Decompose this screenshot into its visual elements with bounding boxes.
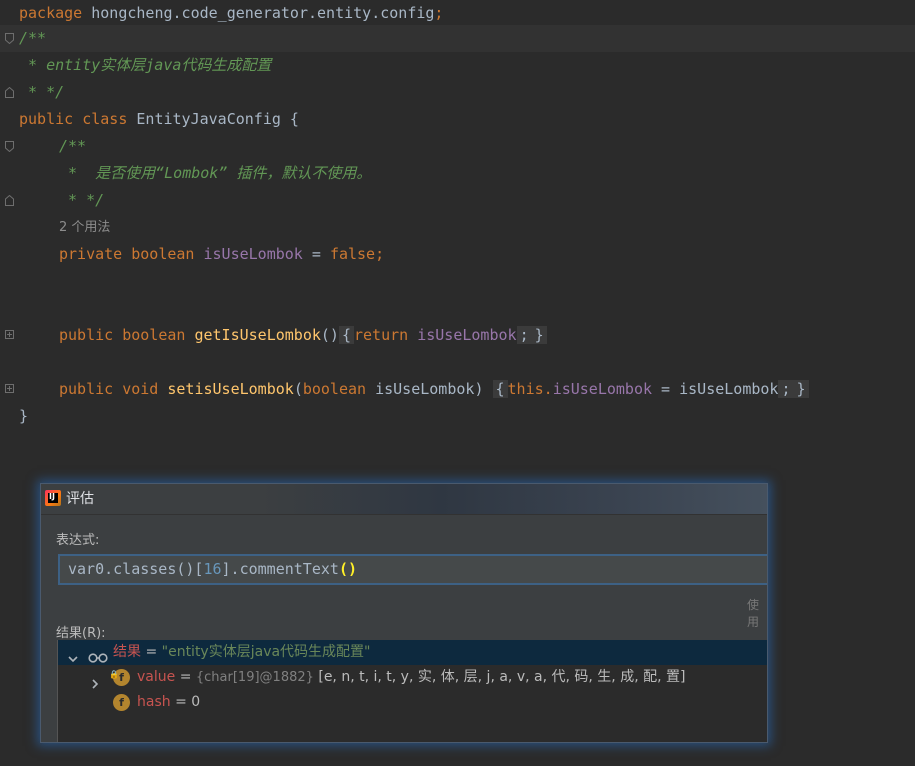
package-name: hongcheng.code_generator.entity.config (82, 4, 435, 22)
keyword: public (59, 326, 114, 344)
parens: () (320, 326, 339, 344)
semicolon: ; (778, 380, 794, 398)
evaluate-dialog: IJ 评估 表达式: var0.classes()[16].commentTex… (40, 483, 768, 743)
keyword: public (19, 110, 74, 128)
type-info: {char[19]@1882} (195, 670, 314, 685)
method-name: setisUseLombok (167, 380, 294, 398)
fold-icon[interactable] (5, 141, 14, 152)
field-name: value (137, 669, 176, 685)
field-value: [e, n, t, i, t, y, 实, 体, 层, j, a, v, a, … (313, 669, 686, 685)
field-name: isUseLombok (417, 326, 517, 344)
result-label: 结果(R): (56, 626, 106, 641)
expression-number: 16 (203, 560, 222, 578)
field-name: hash (137, 694, 171, 710)
code-line: * entity实体层java代码生成配置 (0, 52, 915, 79)
closing-brace: } (19, 407, 29, 425)
paren: ) (474, 380, 484, 398)
use-hint-link[interactable]: 使用 (747, 596, 767, 630)
result-tree[interactable]: 结果 = "entity实体层java代码生成配置" 🔒 f value = {c… (57, 640, 767, 742)
code-line: package hongcheng.code_generator.entity.… (0, 0, 915, 27)
code-line: public class EntityJavaConfig { (0, 106, 915, 133)
keyword: boolean (302, 380, 367, 398)
keyword: boolean (131, 245, 195, 263)
result-value: "entity实体层java代码生成配置" (161, 644, 371, 660)
code-line: * 是否使用“Lombok” 插件，默认不使用。 (0, 160, 915, 187)
folded-brace[interactable]: } (793, 380, 809, 398)
expression-text: ].commentText (221, 560, 339, 578)
paren: ( (293, 380, 303, 398)
chevron-down-icon[interactable] (68, 648, 78, 663)
literal: false (329, 245, 376, 263)
keyword: this (507, 380, 544, 398)
fold-end-icon[interactable] (5, 87, 14, 98)
code-line: /** (0, 133, 915, 160)
keyword: void (122, 380, 159, 398)
fold-expand-icon[interactable] (5, 330, 14, 340)
expression-parens: () (338, 560, 357, 578)
tree-row-result[interactable]: 结果 = "entity实体层java代码生成配置" (58, 640, 767, 665)
expression-label: 表达式: (56, 533, 100, 548)
assignment: = isUseLombok (652, 380, 779, 398)
dot: . (543, 380, 553, 398)
operator: = (302, 245, 330, 263)
field-icon: 🔒 f (109, 669, 130, 686)
field-icon: f (113, 694, 130, 711)
doc-comment: * */ (59, 191, 105, 209)
doc-comment: * entity实体层java代码生成配置 (19, 56, 272, 74)
semicolon: ; (375, 245, 385, 263)
equals: = (141, 644, 162, 660)
code-line: } (0, 403, 915, 430)
fold-end-icon[interactable] (5, 195, 14, 206)
folded-brace[interactable]: } (531, 326, 547, 344)
folded-brace[interactable]: { (338, 326, 354, 344)
keyword: public (59, 380, 114, 398)
code-line: * */ (0, 79, 915, 106)
expression-input[interactable]: var0.classes()[16].commentText() (58, 554, 767, 585)
doc-comment: * 是否使用“Lombok” 插件，默认不使用。 (59, 164, 372, 182)
intellij-icon: IJ (45, 490, 61, 506)
fold-expand-icon[interactable] (5, 384, 14, 394)
keyword: class (82, 110, 128, 128)
usage-hint-line: 2 个用法 (0, 214, 915, 241)
method-name: getIsUseLombok (194, 326, 321, 344)
result-name: 结果 (113, 644, 141, 660)
field-value: 0 (191, 694, 201, 710)
field-name: isUseLombok (203, 245, 303, 263)
dialog-title: 评估 (66, 491, 94, 507)
keyword: return (354, 326, 409, 344)
code-line: private boolean isUseLombok = false; (0, 241, 915, 268)
folded-brace[interactable]: { (492, 380, 508, 398)
code-line: public void setisUseLombok(boolean isUse… (0, 376, 915, 403)
keyword: package (19, 4, 83, 22)
dialog-title-bar[interactable]: IJ 评估 (41, 484, 767, 515)
field-name: isUseLombok (552, 380, 653, 398)
keyword: boolean (122, 326, 186, 344)
semicolon: ; (516, 326, 532, 344)
keyword: private (59, 245, 123, 263)
field-icon-letter: f (119, 696, 124, 709)
doc-comment: /** (19, 29, 47, 47)
fold-icon[interactable] (5, 33, 14, 44)
field-icon-letter: f (119, 671, 124, 684)
equals: = (175, 669, 196, 685)
param-name: isUseLombok (366, 380, 475, 398)
doc-comment: * */ (19, 83, 65, 101)
code-line-current: /** (0, 25, 915, 52)
code-line: public boolean getIsUseLombok(){return i… (0, 322, 915, 349)
doc-comment: /** (59, 137, 87, 155)
tree-row-value[interactable]: 🔒 f value = {char[19]@1882} [e, n, t, i, … (58, 665, 767, 690)
expression-text: var0.classes()[ (68, 560, 204, 578)
semicolon: ; (434, 4, 444, 22)
usage-count-hint[interactable]: 2 个用法 (59, 214, 110, 241)
tree-row-hash[interactable]: f hash = 0 (58, 690, 767, 715)
equals: = (170, 694, 192, 710)
chevron-right-icon[interactable] (90, 673, 100, 689)
code-line: * */ (0, 187, 915, 214)
class-name: EntityJavaConfig { (127, 110, 299, 128)
